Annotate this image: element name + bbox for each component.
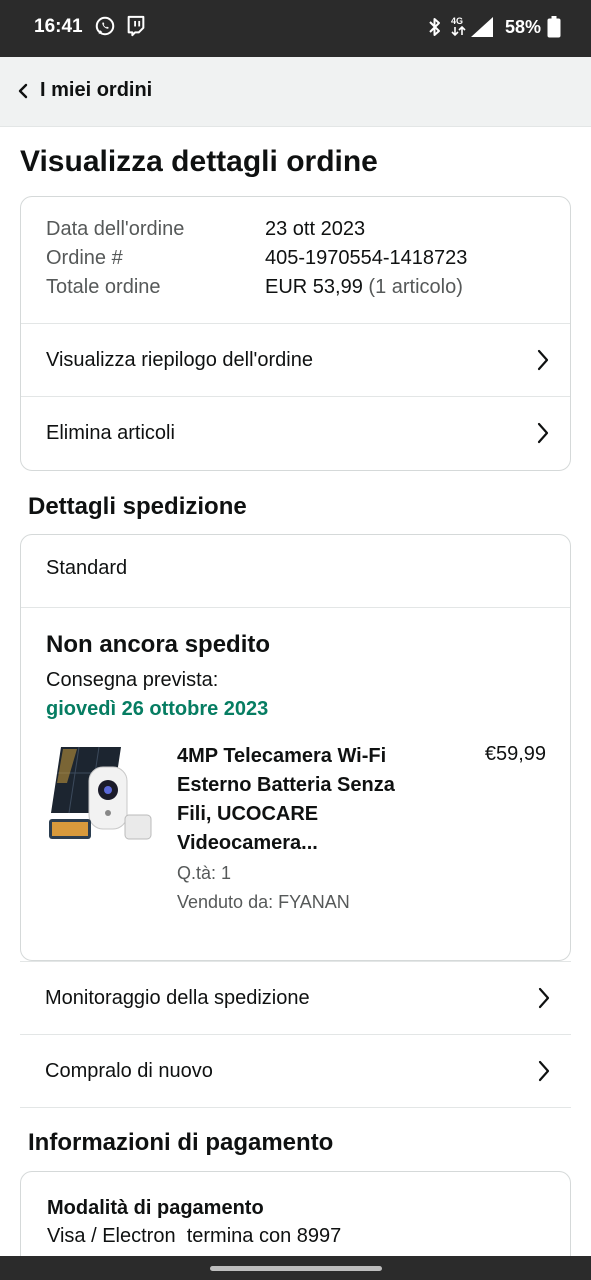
navigation-bar: I miei ordini — [0, 57, 591, 127]
battery-icon — [547, 16, 561, 38]
chevron-right-icon — [538, 1060, 550, 1082]
twitch-icon — [127, 15, 145, 37]
shipment-card: Standard Non ancora spedito Consegna pre… — [20, 534, 571, 961]
back-label: I miei ordini — [40, 79, 153, 101]
shipping-section-title: Dettagli spedizione — [28, 493, 247, 520]
divider — [20, 1107, 571, 1108]
payment-section-title: Informazioni di pagamento — [28, 1129, 334, 1156]
payment-method-value: Visa / Electron termina con 8997 — [47, 1225, 342, 1247]
divider — [21, 607, 570, 608]
product-quantity: Q.tà: 1 — [177, 863, 232, 883]
whatsapp-icon — [95, 16, 115, 36]
order-total-row: Totale ordine EUR 53,99 (1 articolo) — [46, 273, 467, 302]
chevron-right-icon — [538, 987, 550, 1009]
security-camera-icon[interactable] — [49, 743, 157, 851]
buy-again-label: Compralo di nuovo — [45, 1059, 213, 1082]
bluetooth-icon — [429, 18, 440, 36]
order-date-value: 23 ott 2023 — [265, 218, 366, 240]
page-title: Visualizza dettagli ordine — [20, 145, 378, 178]
track-shipment-label: Monitoraggio della spedizione — [45, 986, 310, 1009]
expected-delivery-label: Consegna prevista: — [46, 669, 219, 691]
order-total-label: Totale ordine — [46, 276, 161, 298]
product-seller: Venduto da: FYANAN — [177, 892, 350, 912]
status-bar: 16:41 4G 58% — [0, 0, 591, 57]
shipment-status: Non ancora spedito — [46, 631, 271, 658]
expected-delivery-date: giovedì 26 ottobre 2023 — [46, 698, 269, 720]
home-gesture-handle[interactable] — [210, 1266, 382, 1271]
payment-method-title: Modalità di pagamento — [47, 1197, 264, 1219]
order-number-label: Ordine # — [46, 247, 123, 269]
order-summary-details: Data dell'ordine 23 ott 2023 Ordine # 40… — [46, 215, 467, 302]
status-indicators: 4G 58% — [427, 14, 561, 40]
shipping-method: Standard — [46, 557, 128, 579]
order-date-label: Data dell'ordine — [46, 218, 185, 240]
delete-items-label: Elimina articoli — [46, 421, 175, 444]
buy-again-link[interactable]: Compralo di nuovo — [20, 1034, 571, 1107]
view-order-summary-label: Visualizza riepilogo dell'ordine — [46, 348, 313, 371]
signal-icon: 4G — [451, 16, 493, 37]
order-date-row: Data dell'ordine 23 ott 2023 — [46, 215, 467, 244]
track-shipment-link[interactable]: Monitoraggio della spedizione — [20, 961, 571, 1034]
order-number-value: 405-1970554-1418723 — [265, 247, 468, 269]
back-to-orders-button[interactable]: I miei ordini — [16, 79, 152, 102]
chevron-right-icon — [537, 422, 549, 444]
chevron-left-icon — [18, 83, 28, 98]
battery-percent: 58% — [504, 16, 541, 37]
delete-items-link[interactable]: Elimina articoli — [21, 396, 570, 469]
product-title[interactable]: 4MP Telecamera Wi-Fi Esterno Batteria Se… — [177, 742, 427, 858]
system-navigation-bar — [0, 1256, 591, 1280]
order-number-row: Ordine # 405-1970554-1418723 — [46, 244, 467, 273]
network-type-label: 4G — [451, 16, 463, 26]
chevron-right-icon — [537, 349, 549, 371]
order-summary-card: Data dell'ordine 23 ott 2023 Ordine # 40… — [20, 196, 571, 471]
order-total-value: EUR 53,99 (1 articolo) — [265, 273, 463, 302]
order-item-count: (1 articolo) — [368, 276, 463, 298]
order-total-amount: EUR 53,99 — [265, 276, 363, 298]
product-price: €59,99 — [484, 743, 546, 765]
status-time: 16:41 — [34, 16, 83, 37]
view-order-summary-link[interactable]: Visualizza riepilogo dell'ordine — [21, 323, 570, 396]
